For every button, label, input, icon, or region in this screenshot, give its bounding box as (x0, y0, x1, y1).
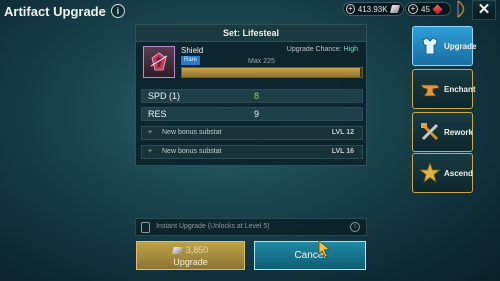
cancel-button[interactable]: Cancel (254, 241, 366, 270)
rarity-badge: Rare (181, 56, 201, 65)
gems-counter[interactable]: + 45 (405, 2, 451, 16)
stat-label: SPD (1) (148, 91, 181, 101)
bow-icon (457, 0, 465, 18)
upgrade-tab-label: Upgrade (444, 42, 477, 51)
pointer-cursor-icon (318, 240, 330, 258)
ascend-tab-label: Ascend (444, 169, 473, 178)
upgrade-tab-button[interactable]: Upgrade (412, 26, 477, 66)
upgrade-button[interactable]: 3,850 Upgrade (136, 241, 245, 270)
chance-value: High (343, 46, 358, 53)
add-silver-icon[interactable]: + (346, 4, 355, 14)
substat-label: New bonus substat (162, 148, 222, 155)
upgrade-button-label: Upgrade (173, 257, 208, 267)
anvil-icon (420, 84, 440, 97)
upgrade-cost-value: 3,850 (185, 245, 209, 255)
enchant-tab-label: Enchant (444, 85, 476, 94)
plus-icon: + (148, 129, 153, 136)
substat-label: New bonus substat (162, 129, 222, 136)
add-gems-icon[interactable]: + (408, 4, 418, 14)
shield-artifact-icon (150, 52, 168, 71)
artifact-panel: Set: Lifesteal Shield Rare Upgrade Chanc… (135, 24, 367, 166)
substat-level: LVL 12 (331, 129, 354, 136)
page-title: Artifact Upgrade (4, 3, 106, 19)
enchant-tab-button[interactable]: Enchant (412, 69, 476, 109)
lock-icon (141, 222, 150, 233)
stat-value: 9 (254, 109, 260, 119)
stat-value: 8 (254, 91, 260, 101)
level-progress-fill (182, 68, 361, 77)
instant-upgrade-bar: Instant Upgrade (Unlocks at Level 5) i (135, 218, 367, 236)
ascend-tab-button[interactable]: Ascend (412, 153, 473, 193)
ascend-star-icon (419, 162, 441, 184)
silver-counter[interactable]: + 413.93K (343, 2, 404, 16)
info-icon[interactable]: i (350, 222, 360, 232)
instant-upgrade-text: Instant Upgrade (Unlocks at Level 5) (156, 223, 270, 230)
page-title-bar: Artifact Upgrade i (4, 2, 125, 20)
plus-icon: + (148, 148, 153, 155)
chance-label: Upgrade Chance: (286, 46, 342, 53)
silver-amount: 413.93K (357, 4, 388, 14)
stat-label: RES (148, 109, 167, 119)
artifact-name: Shield (181, 46, 204, 55)
silver-icon (389, 5, 401, 13)
level-progress-bar (181, 67, 363, 78)
silver-icon (171, 247, 183, 254)
rework-tab-label: Rework (444, 128, 473, 137)
hammer-wrench-icon (421, 123, 439, 141)
close-button[interactable]: ✕ (472, 0, 496, 20)
artifact-thumbnail (143, 46, 175, 78)
substat-row: + New bonus substat LVL 16 (141, 145, 363, 159)
armor-icon (422, 37, 438, 55)
max-level-label: Max 225 (248, 58, 275, 65)
set-title: Set: Lifesteal (136, 25, 366, 42)
stat-row-res: RES 9 (141, 107, 363, 121)
substat-level: LVL 16 (331, 148, 354, 155)
substat-row: + New bonus substat LVL 12 (141, 126, 363, 140)
gem-icon (432, 3, 443, 15)
upgrade-chance: Upgrade Chance: High (287, 46, 358, 53)
gems-amount: 45 (421, 4, 430, 14)
stat-row-spd: SPD (1) 8 (141, 89, 363, 103)
info-icon[interactable]: i (110, 4, 125, 18)
rework-tab-button[interactable]: Rework (412, 112, 473, 152)
upgrade-cost: 3,850 (137, 245, 244, 256)
